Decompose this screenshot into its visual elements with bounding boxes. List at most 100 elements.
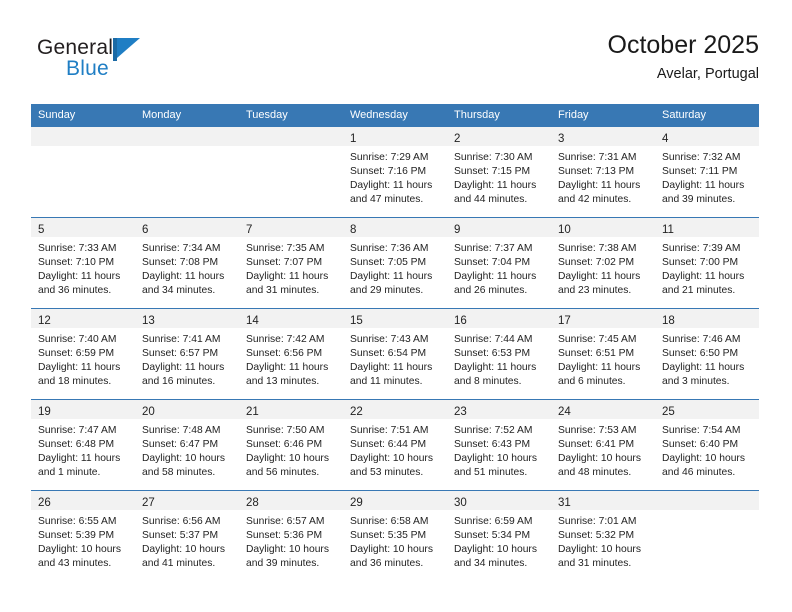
sunset-text: Sunset: 6:54 PM <box>350 348 427 360</box>
daylight-text-line2: and 21 minutes. <box>662 285 736 297</box>
day-cell[interactable]: 19 Sunrise: 7:47 AM Sunset: 6:48 PM Dayligh… <box>31 399 135 491</box>
day-number: 12 <box>38 315 51 327</box>
calendar-header-row: Sunday Monday Tuesday Wednesday Thursday… <box>31 104 759 127</box>
day-cell[interactable]: 13 Sunrise: 7:41 AM Sunset: 6:57 PM Dayligh… <box>135 308 239 400</box>
day-number: 7 <box>246 224 253 236</box>
day-cell[interactable]: 31 Sunrise: 7:01 AM Sunset: 5:32 PM Dayligh… <box>551 490 655 581</box>
day-cell[interactable]: 11 Sunrise: 7:39 AM Sunset: 7:00 PM Dayligh… <box>655 217 759 309</box>
sunset-text: Sunset: 6:51 PM <box>558 348 635 360</box>
day-cell[interactable]: 16 Sunrise: 7:44 AM Sunset: 6:53 PM Dayligh… <box>447 308 551 400</box>
day-cell[interactable]: 30 Sunrise: 6:59 AM Sunset: 5:34 PM Dayligh… <box>447 490 551 581</box>
day-cell[interactable]: 24 Sunrise: 7:53 AM Sunset: 6:41 PM Dayligh… <box>551 399 655 491</box>
day-cell[interactable]: 18 Sunrise: 7:46 AM Sunset: 6:50 PM Dayligh… <box>655 308 759 400</box>
brand-logo[interactable]: General Blue <box>37 36 217 88</box>
sunset-text: Sunset: 6:41 PM <box>558 439 635 451</box>
daylight-text-line2: and 6 minutes. <box>558 376 626 388</box>
day-cell[interactable]: 20 Sunrise: 7:48 AM Sunset: 6:47 PM Dayligh… <box>135 399 239 491</box>
day-number: 30 <box>454 497 467 509</box>
sunrise-text: Sunrise: 7:31 AM <box>558 152 637 163</box>
daylight-text-line2: and 31 minutes. <box>558 558 632 570</box>
day-cell[interactable]: 10 Sunrise: 7:38 AM Sunset: 7:02 PM Dayligh… <box>551 217 655 309</box>
daylight-text-line2: and 39 minutes. <box>662 194 736 206</box>
daylight-text-line2: and 3 minutes. <box>662 376 730 388</box>
day-number: 26 <box>38 497 51 509</box>
daylight-text-line2: and 46 minutes. <box>662 467 736 479</box>
day-cell[interactable]: 15 Sunrise: 7:43 AM Sunset: 6:54 PM Dayligh… <box>343 308 447 400</box>
sunrise-text: Sunrise: 6:55 AM <box>38 516 117 527</box>
day-cell[interactable]: 21 Sunrise: 7:50 AM Sunset: 6:46 PM Dayligh… <box>239 399 343 491</box>
day-cell[interactable]: 22 Sunrise: 7:51 AM Sunset: 6:44 PM Dayligh… <box>343 399 447 491</box>
daylight-text-line2: and 43 minutes. <box>38 558 112 570</box>
day-cell[interactable] <box>135 126 239 218</box>
daylight-text-line1: Daylight: 11 hours <box>662 180 745 192</box>
page-title: October 2025 <box>607 31 760 59</box>
sunset-text: Sunset: 5:36 PM <box>246 530 323 542</box>
daylight-text-line1: Daylight: 11 hours <box>38 453 121 465</box>
day-cell[interactable]: 7 Sunrise: 7:35 AM Sunset: 7:07 PM Daylight… <box>239 217 343 309</box>
day-cell[interactable] <box>655 490 759 581</box>
daylight-text-line2: and 36 minutes. <box>38 285 112 297</box>
daylight-text-line1: Daylight: 11 hours <box>454 362 537 374</box>
daylight-text-line2: and 48 minutes. <box>558 467 632 479</box>
calendar-week-row: 19 Sunrise: 7:47 AM Sunset: 6:48 PM Dayligh… <box>31 399 759 491</box>
daylight-text-line2: and 53 minutes. <box>350 467 424 479</box>
sunset-text: Sunset: 6:53 PM <box>454 348 531 360</box>
sunrise-text: Sunrise: 7:30 AM <box>454 152 533 163</box>
day-cell[interactable]: 8 Sunrise: 7:36 AM Sunset: 7:05 PM Daylight… <box>343 217 447 309</box>
day-number: 5 <box>38 224 45 236</box>
day-cell[interactable]: 26 Sunrise: 6:55 AM Sunset: 5:39 PM Dayligh… <box>31 490 135 581</box>
day-number: 15 <box>350 315 363 327</box>
calendar-table: Sunday Monday Tuesday Wednesday Thursday… <box>31 104 759 581</box>
daylight-text-line1: Daylight: 11 hours <box>662 271 745 283</box>
sunrise-text: Sunrise: 7:40 AM <box>38 334 117 345</box>
day-cell[interactable]: 28 Sunrise: 6:57 AM Sunset: 5:36 PM Dayligh… <box>239 490 343 581</box>
sunrise-text: Sunrise: 7:48 AM <box>142 425 221 436</box>
day-cell[interactable]: 25 Sunrise: 7:54 AM Sunset: 6:40 PM Dayligh… <box>655 399 759 491</box>
day-cell[interactable]: 23 Sunrise: 7:52 AM Sunset: 6:43 PM Dayligh… <box>447 399 551 491</box>
sunset-text: Sunset: 6:57 PM <box>142 348 219 360</box>
day-number: 24 <box>558 406 571 418</box>
day-cell[interactable]: 9 Sunrise: 7:37 AM Sunset: 7:04 PM Daylight… <box>447 217 551 309</box>
sunrise-text: Sunrise: 7:45 AM <box>558 334 637 345</box>
day-cell[interactable]: 27 Sunrise: 6:56 AM Sunset: 5:37 PM Dayligh… <box>135 490 239 581</box>
sunrise-text: Sunrise: 7:47 AM <box>38 425 117 436</box>
daylight-text-line2: and 51 minutes. <box>454 467 528 479</box>
day-cell[interactable]: 1 Sunrise: 7:29 AM Sunset: 7:16 PM Daylight… <box>343 126 447 218</box>
daylight-text-line1: Daylight: 10 hours <box>350 453 433 465</box>
day-cell[interactable]: 12 Sunrise: 7:40 AM Sunset: 6:59 PM Dayligh… <box>31 308 135 400</box>
sunrise-text: Sunrise: 6:56 AM <box>142 516 221 527</box>
day-number: 10 <box>558 224 571 236</box>
day-number: 1 <box>350 133 357 145</box>
daylight-text-line2: and 18 minutes. <box>38 376 112 388</box>
day-cell[interactable]: 2 Sunrise: 7:30 AM Sunset: 7:15 PM Daylight… <box>447 126 551 218</box>
day-cell[interactable]: 4 Sunrise: 7:32 AM Sunset: 7:11 PM Daylight… <box>655 126 759 218</box>
sunrise-text: Sunrise: 7:50 AM <box>246 425 325 436</box>
day-cell[interactable]: 3 Sunrise: 7:31 AM Sunset: 7:13 PM Daylight… <box>551 126 655 218</box>
day-number: 3 <box>558 133 565 145</box>
sunrise-text: Sunrise: 7:32 AM <box>662 152 741 163</box>
day-cell[interactable] <box>239 126 343 218</box>
day-number: 11 <box>662 224 674 236</box>
sunrise-text: Sunrise: 7:44 AM <box>454 334 533 345</box>
daylight-text-line2: and 34 minutes. <box>142 285 216 297</box>
day-cell[interactable]: 14 Sunrise: 7:42 AM Sunset: 6:56 PM Dayligh… <box>239 308 343 400</box>
day-cell[interactable] <box>31 126 135 218</box>
day-cell[interactable]: 29 Sunrise: 6:58 AM Sunset: 5:35 PM Dayligh… <box>343 490 447 581</box>
calendar-week-row: 1 Sunrise: 7:29 AM Sunset: 7:16 PM Daylight… <box>31 126 759 218</box>
day-cell[interactable]: 6 Sunrise: 7:34 AM Sunset: 7:08 PM Daylight… <box>135 217 239 309</box>
daylight-text-line1: Daylight: 10 hours <box>558 453 641 465</box>
sunset-text: Sunset: 6:56 PM <box>246 348 323 360</box>
day-cell[interactable]: 5 Sunrise: 7:33 AM Sunset: 7:10 PM Daylight… <box>31 217 135 309</box>
sunrise-text: Sunrise: 7:54 AM <box>662 425 741 436</box>
sunset-text: Sunset: 6:46 PM <box>246 439 323 451</box>
daylight-text-line2: and 58 minutes. <box>142 467 216 479</box>
daylight-text-line2: and 44 minutes. <box>454 194 528 206</box>
sunset-text: Sunset: 6:59 PM <box>38 348 115 360</box>
day-number: 6 <box>142 224 149 236</box>
daylight-text-line2: and 23 minutes. <box>558 285 632 297</box>
daylight-text-line2: and 13 minutes. <box>246 376 320 388</box>
day-cell[interactable]: 17 Sunrise: 7:45 AM Sunset: 6:51 PM Dayligh… <box>551 308 655 400</box>
sunset-text: Sunset: 5:35 PM <box>350 530 427 542</box>
sunrise-text: Sunrise: 7:41 AM <box>142 334 221 345</box>
sunset-text: Sunset: 5:39 PM <box>38 530 115 542</box>
